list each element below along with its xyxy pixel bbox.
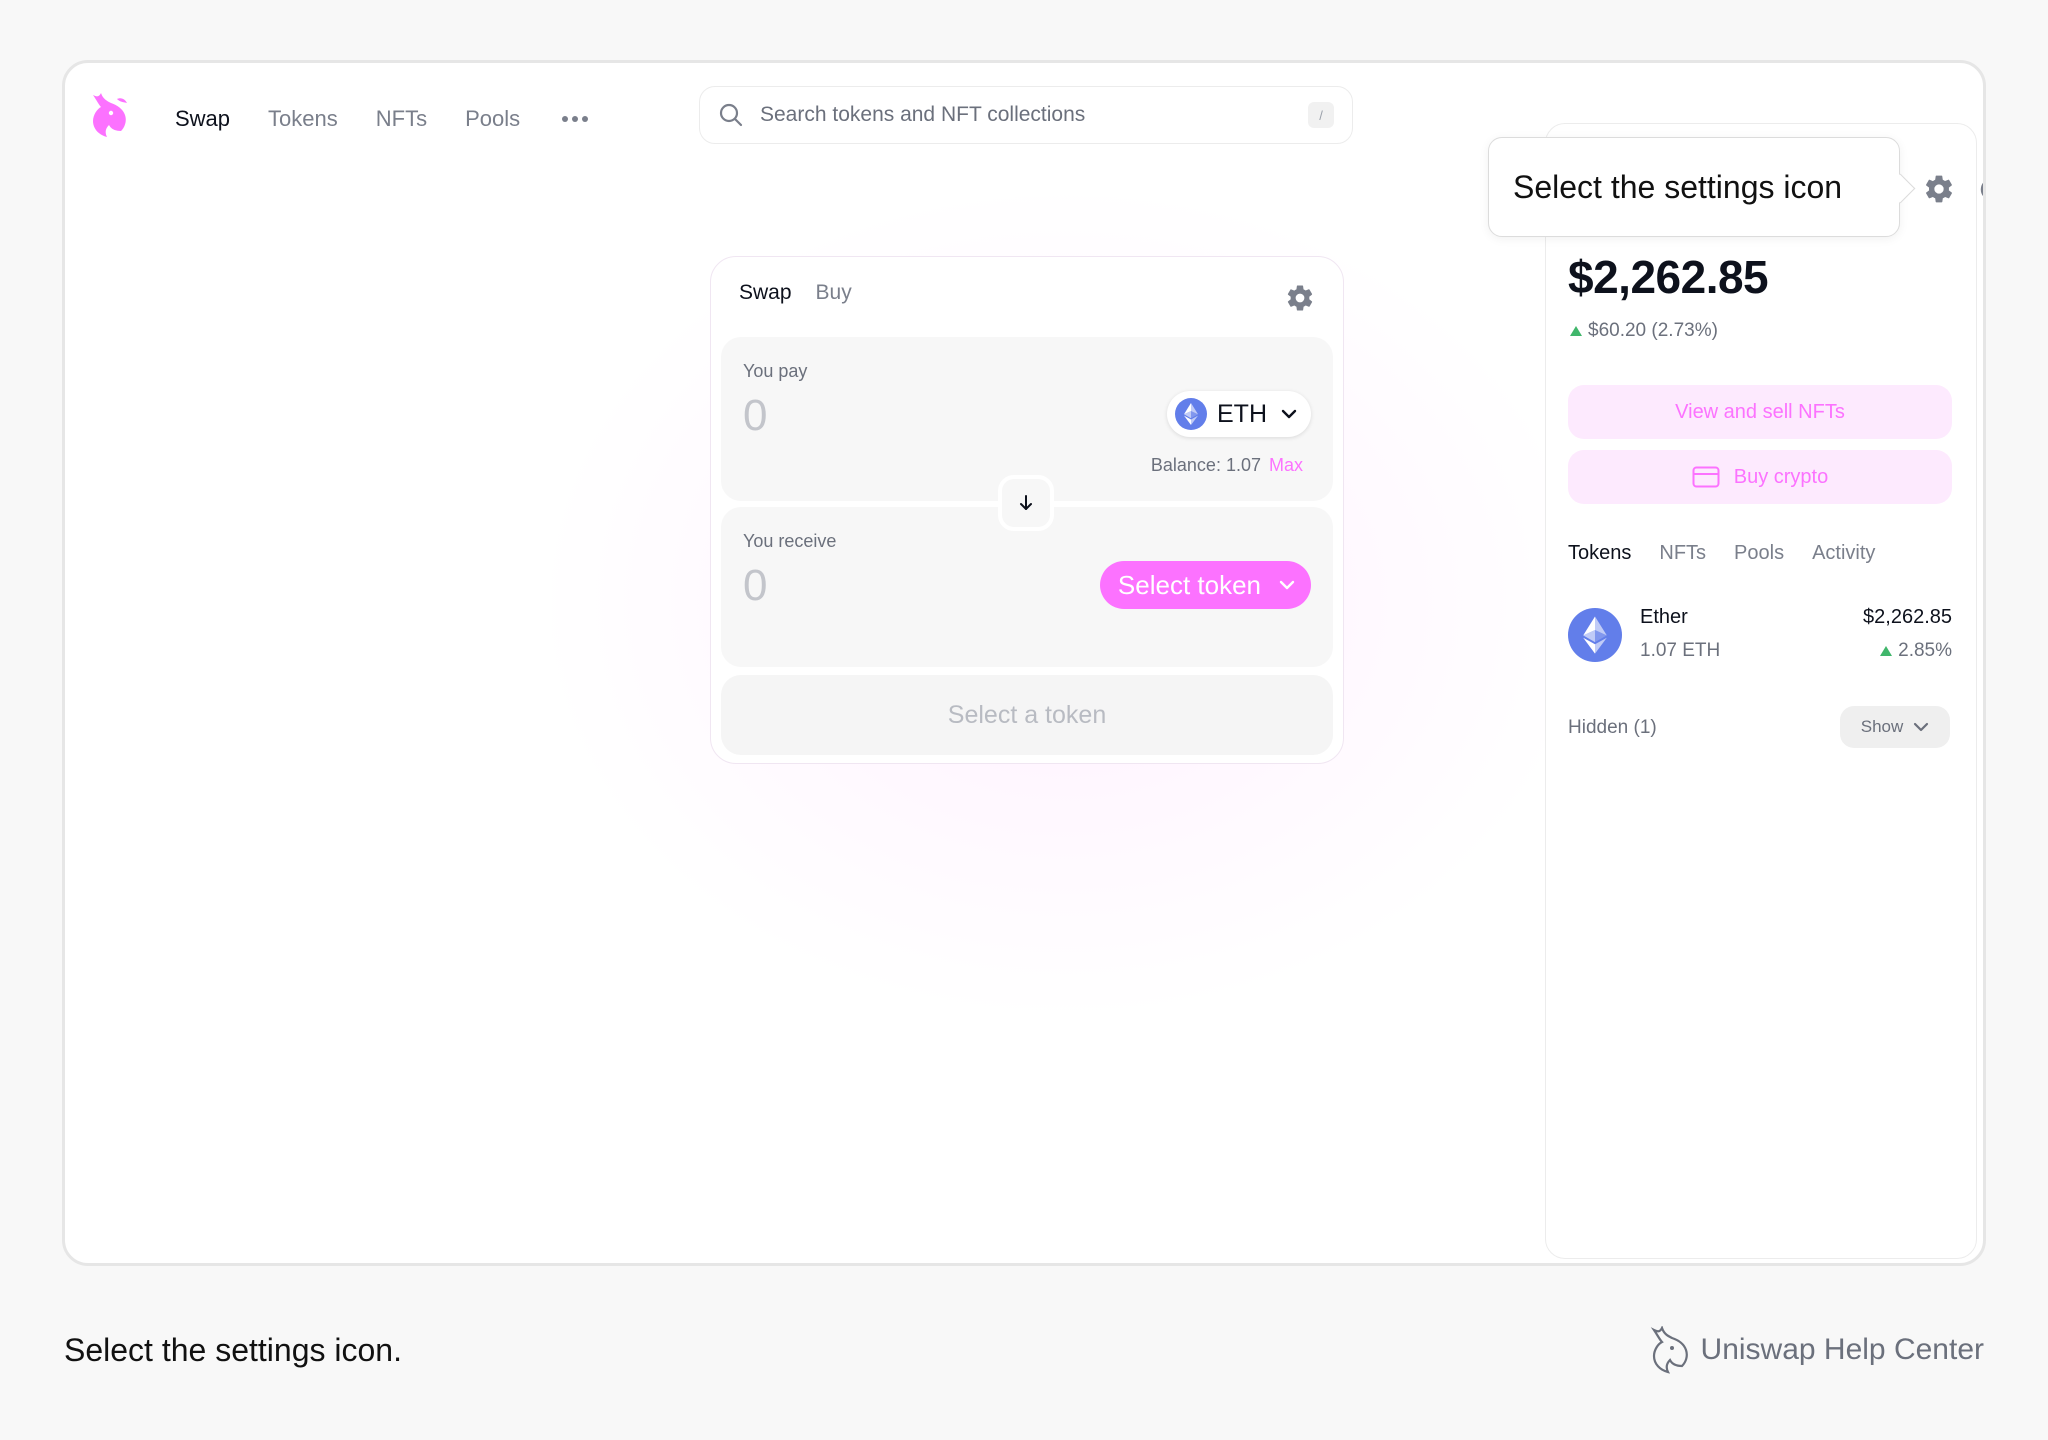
receive-panel: You receive 0 Select token	[721, 507, 1333, 667]
unicorn-logo-icon[interactable]	[87, 91, 131, 139]
unicorn-logo-icon	[1650, 1326, 1688, 1374]
tab-activity[interactable]: Activity	[1812, 542, 1875, 565]
select-token-label: Select token	[1117, 569, 1261, 600]
gear-icon[interactable]	[1923, 173, 1955, 205]
pay-token-symbol: ETH	[1217, 399, 1267, 428]
triangle-up-icon	[1570, 326, 1582, 336]
search-bar[interactable]: /	[699, 86, 1353, 144]
receive-amount-input[interactable]: 0	[743, 561, 767, 611]
tab-buy[interactable]: Buy	[816, 281, 852, 305]
hidden-tokens-label: Hidden (1)	[1568, 717, 1657, 738]
search-icon	[719, 103, 743, 127]
pay-amount-input[interactable]: 0	[743, 391, 767, 441]
help-center-brand[interactable]: Uniswap Help Center	[1647, 1326, 1984, 1374]
swap-card: Swap Buy You pay 0 ETH Balance: 1.07 Max…	[710, 256, 1344, 764]
eth-icon	[1568, 608, 1622, 662]
pay-label: You pay	[743, 361, 808, 381]
show-hidden-button[interactable]: Show	[1840, 706, 1950, 748]
chevron-down-icon	[1914, 722, 1929, 732]
eth-icon	[1175, 398, 1207, 430]
pay-balance: Balance: 1.07 Max	[1151, 455, 1303, 476]
token-row[interactable]: Ether 1.07 ETH $2,262.85 2.85%	[1568, 604, 1952, 666]
instruction-callout: Select the settings icon	[1488, 137, 1900, 237]
token-change: 2.85%	[1880, 640, 1952, 662]
show-label: Show	[1860, 717, 1904, 736]
switch-tokens-button[interactable]	[998, 475, 1054, 531]
receive-label: You receive	[743, 531, 837, 551]
nav-nfts[interactable]: NFTs	[376, 101, 427, 137]
tab-swap[interactable]: Swap	[739, 281, 792, 305]
select-token-button[interactable]: Select token	[1099, 561, 1311, 609]
brand-text: Uniswap Help Center	[1700, 1333, 1984, 1366]
nav-swap[interactable]: Swap	[175, 101, 230, 137]
view-nfts-button[interactable]: View and sell NFTs	[1568, 385, 1952, 439]
gear-icon[interactable]	[1285, 283, 1315, 313]
search-input[interactable]	[760, 103, 1308, 127]
balance-text: Balance: 1.07	[1150, 455, 1261, 475]
chevron-down-icon	[1281, 409, 1297, 419]
token-amount: 1.07 ETH	[1640, 640, 1721, 661]
app-window: Swap Tokens NFTs Pools / Swap Buy You pa…	[62, 60, 1986, 1266]
token-name: Ether	[1640, 606, 1688, 628]
portfolio-change-text: $60.20 (2.73%)	[1588, 320, 1718, 341]
portfolio-balance: $2,262.85	[1568, 251, 1769, 303]
view-nfts-label: View and sell NFTs	[1675, 400, 1845, 423]
nav-tokens[interactable]: Tokens	[268, 101, 338, 137]
pay-token-selector[interactable]: ETH	[1167, 391, 1311, 437]
ellipsis-icon[interactable]	[558, 101, 592, 137]
credit-card-icon	[1692, 466, 1720, 488]
tab-pools[interactable]: Pools	[1734, 542, 1784, 565]
select-a-token-button[interactable]: Select a token	[721, 675, 1333, 755]
swap-card-tabs: Swap Buy	[739, 281, 852, 305]
callout-text: Select the settings icon	[1513, 168, 1843, 205]
max-button[interactable]: Max	[1269, 455, 1303, 475]
account-tabs: Tokens NFTs Pools Activity	[1568, 542, 1875, 565]
nav-pools[interactable]: Pools	[465, 101, 520, 137]
token-value: $2,262.85	[1863, 606, 1952, 628]
chevron-down-icon	[1279, 580, 1295, 590]
arrow-down-icon	[1020, 495, 1032, 510]
portfolio-change: $60.20 (2.73%)	[1570, 320, 1718, 342]
tab-tokens[interactable]: Tokens	[1568, 542, 1631, 565]
main-nav: Swap Tokens NFTs Pools	[175, 101, 592, 137]
step-caption: Select the settings icon.	[64, 1332, 402, 1368]
triangle-up-icon	[1880, 646, 1893, 656]
token-change-text: 2.85%	[1898, 640, 1952, 661]
tab-nfts[interactable]: NFTs	[1659, 542, 1706, 565]
search-shortcut-key: /	[1308, 102, 1334, 128]
buy-crypto-button[interactable]: Buy crypto	[1568, 450, 1952, 504]
account-drawer: $2,262.85 $60.20 (2.73%) View and sell N…	[1545, 123, 1977, 1259]
power-icon[interactable]	[1977, 173, 1986, 203]
buy-crypto-label: Buy crypto	[1733, 465, 1829, 488]
